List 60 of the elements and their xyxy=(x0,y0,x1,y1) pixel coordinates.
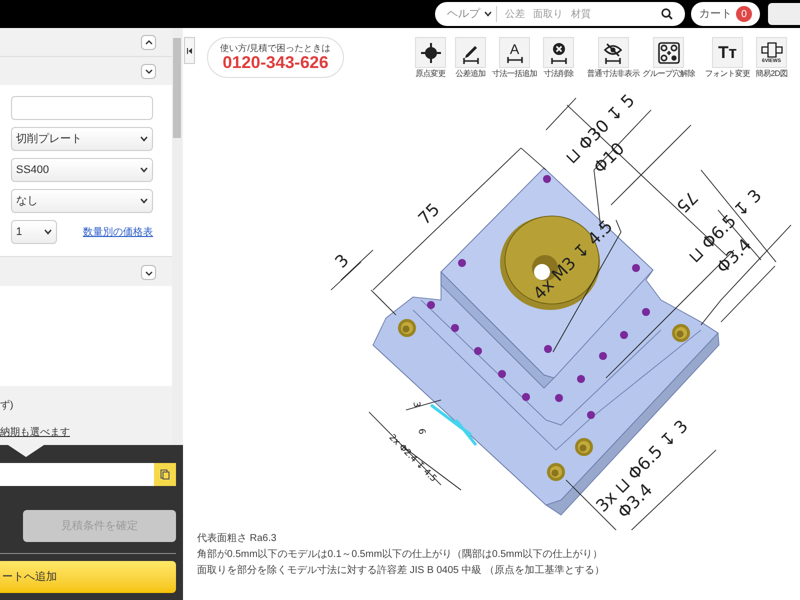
toolbar-label: 寸法削除 xyxy=(544,68,574,80)
toolbar-button[interactable]: Tт xyxy=(712,37,743,68)
cross-views-icon xyxy=(760,42,782,58)
category-dropdown[interactable]: ヘルプ xyxy=(447,6,497,22)
select-dropdown[interactable]: なし xyxy=(11,189,153,213)
dimension-label: 3 xyxy=(410,400,422,408)
search-icon[interactable] xyxy=(661,8,673,20)
toolbar-button[interactable] xyxy=(543,37,574,68)
select-dropdown[interactable]: SS400 xyxy=(11,158,153,182)
toolbar-button[interactable] xyxy=(598,37,629,68)
dimension-label: 75 xyxy=(672,186,702,216)
delivery-link[interactable]: 納期も選べます xyxy=(0,425,172,440)
chevron-icon xyxy=(140,198,148,204)
chevron-icon xyxy=(140,167,148,173)
text-input[interactable] xyxy=(0,463,154,486)
toolbar-label: 公差追加 xyxy=(456,68,486,80)
toolbar-label: フォント変更 xyxy=(705,68,750,80)
letter-glyph: A xyxy=(510,42,520,56)
expand-button[interactable] xyxy=(141,265,156,280)
crosshair-icon xyxy=(418,40,442,64)
price-table-link[interactable]: 数量別の価格表 xyxy=(83,224,153,240)
toolbar-label: グループ穴解除 xyxy=(642,68,695,80)
copy-button[interactable] xyxy=(154,463,176,486)
note-line: 面取りを部分を除くモデル寸法に対する許容差 JIS B 0405 中級 （原点を加工基準とする） xyxy=(197,564,606,578)
note-line: 角部が0.5mm以下のモデルは0.1～0.5mm以下の仕上がり（隅部は0.5mm以下の仕上がり） xyxy=(197,548,604,562)
font-glyph: Tт xyxy=(718,44,737,61)
hole-group-icon xyxy=(656,40,681,64)
help-banner[interactable]: 使い方/見積で困ったときは 0120-343-626 xyxy=(207,37,344,78)
cart-button[interactable]: カート 0 xyxy=(691,2,760,26)
collapse-left-icon xyxy=(187,48,192,54)
dimension-label: 4x M3 ↧ 4.5 xyxy=(530,216,618,304)
copy-icon xyxy=(160,469,170,480)
add-to-cart-button[interactable]: ートへ追加 xyxy=(0,561,176,593)
help-caption: 使い方/見積で困ったときは xyxy=(220,43,331,53)
toolbar-label: 簡易2D図 xyxy=(756,68,788,80)
quantity-select[interactable]: 1 xyxy=(11,220,57,244)
expand-button[interactable] xyxy=(141,64,156,78)
toolbar-button[interactable] xyxy=(415,37,446,68)
toolbar-label: 原点変更 xyxy=(416,68,446,80)
note-line: 代表面粗さ Ra6.3 xyxy=(197,532,278,546)
dimension-arrow-icon xyxy=(504,56,524,64)
phone-number: 0120-343-626 xyxy=(222,53,328,72)
dimension-label: 6 xyxy=(416,428,426,436)
dimension-label: 75 xyxy=(414,200,444,230)
search-field[interactable]: ヘルプ 公差 面取り 材質 xyxy=(435,2,685,26)
toolbar-label: 普通寸法非表示 xyxy=(587,68,640,80)
toolbar-button[interactable] xyxy=(455,37,486,68)
toolbar-button[interactable] xyxy=(653,37,684,68)
note-text: ず) xyxy=(0,398,14,413)
collapse-button[interactable] xyxy=(141,34,156,50)
select-dropdown[interactable]: 切削プレート xyxy=(11,127,153,151)
chevron-icon xyxy=(44,229,52,235)
chevron-icon xyxy=(140,136,148,142)
chevron-icon xyxy=(484,11,492,17)
collapse-panel-tab[interactable] xyxy=(184,37,195,64)
dimension-label: 3 xyxy=(332,250,354,272)
toolbar-label: 寸法一括追加 xyxy=(492,68,537,80)
toolbar-button[interactable]: A xyxy=(499,37,530,68)
cart-count-badge: 0 xyxy=(736,6,752,22)
text-input[interactable] xyxy=(11,96,153,120)
